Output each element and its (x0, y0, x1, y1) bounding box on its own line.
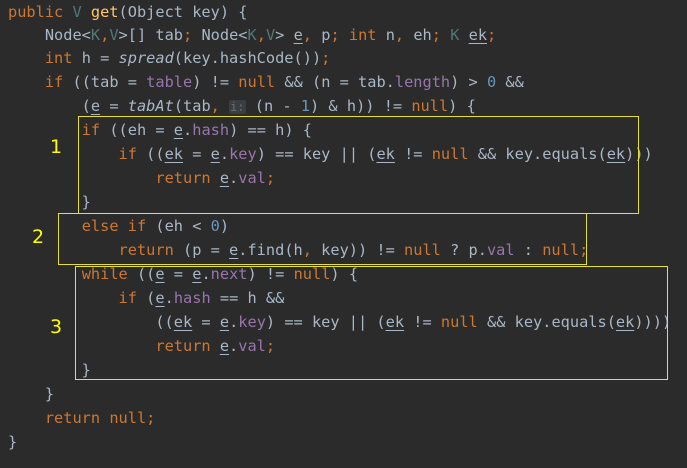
code-line: Node<K,V>[] tab; Node<K,V> e, p; int n, … (8, 23, 496, 47)
code-token: ; (487, 26, 497, 44)
code-token: Node< (8, 26, 91, 44)
code-token: eh (413, 26, 432, 44)
code-line: public V get(Object key) { (8, 0, 247, 24)
code-token: int (348, 26, 386, 44)
code-token: tabAt (127, 97, 174, 115)
code-token: , (210, 97, 230, 115)
code-line: int h = spread(key.hashCode()); (8, 46, 331, 70)
code-token: ek (468, 26, 488, 44)
code-token: (tab (173, 97, 211, 115)
code-token: V (109, 26, 119, 44)
code-token: ; (146, 409, 156, 427)
marker-label-1: 1 (50, 136, 63, 158)
code-token: ; (330, 26, 349, 44)
code-token: 0 (486, 73, 506, 91)
code-token: 1 (300, 97, 311, 115)
code-token: Node< (201, 26, 248, 44)
code-token: (key.hashCode()) (173, 49, 322, 67)
code-token: get (90, 3, 119, 21)
code-token: ; (183, 26, 202, 44)
code-token: public (8, 3, 73, 21)
code-token: ) != (192, 73, 239, 91)
code-token: return (44, 409, 110, 427)
code-token: ( (8, 97, 91, 115)
code-token: (Object key) { (118, 3, 248, 21)
code-line: } (8, 430, 17, 454)
code-token: , (394, 26, 414, 44)
code-token: && (505, 73, 524, 91)
code-token: (n - (245, 97, 301, 115)
highlight-box-1 (78, 116, 639, 214)
code-token: ) { (448, 97, 476, 115)
code-token: spread (118, 49, 174, 67)
code-token: e (90, 97, 101, 115)
code-token: , (256, 26, 266, 44)
code-token: K (90, 26, 101, 44)
code-token: null (411, 97, 449, 115)
code-token: >[] tab (118, 26, 184, 44)
code-token: ; (321, 49, 331, 67)
code-token: ; (431, 26, 451, 44)
code-line: (e = tabAt(tab, i: (n - 1) & h)) != null… (8, 94, 476, 118)
code-token: ) > (450, 73, 487, 91)
code-token: } (8, 433, 18, 451)
code-token: , (302, 26, 322, 44)
parameter-hint: i: (229, 100, 246, 114)
code-token: ((tab = (72, 73, 147, 91)
code-token: n (385, 26, 395, 44)
code-token: int (44, 49, 82, 67)
code-token: V (265, 26, 276, 44)
code-token: = (100, 97, 128, 115)
code-token: e (293, 26, 303, 44)
code-token: , (100, 26, 110, 44)
code-token: table (146, 73, 193, 91)
code-line: } (8, 382, 54, 406)
code-token: K (247, 26, 257, 44)
highlight-box-2 (58, 213, 587, 265)
marker-label-3: 3 (50, 316, 63, 338)
code-line: if ((tab = table) != null && (n = tab.le… (8, 70, 524, 94)
code-token: if (44, 73, 73, 91)
code-token: } (8, 385, 55, 403)
code-token: h = (81, 49, 119, 67)
highlight-box-3 (75, 266, 668, 380)
code-token: ) & h)) != (310, 97, 412, 115)
code-token: null (238, 73, 285, 91)
marker-label-2: 2 (32, 226, 45, 248)
code-token: K (450, 26, 469, 44)
code-token: length (394, 73, 451, 91)
code-token: > (275, 26, 294, 44)
code-line: return null; (8, 406, 156, 430)
code-token: V (72, 3, 91, 21)
code-token: && (n = tab. (284, 73, 395, 91)
code-token: null (109, 409, 147, 427)
